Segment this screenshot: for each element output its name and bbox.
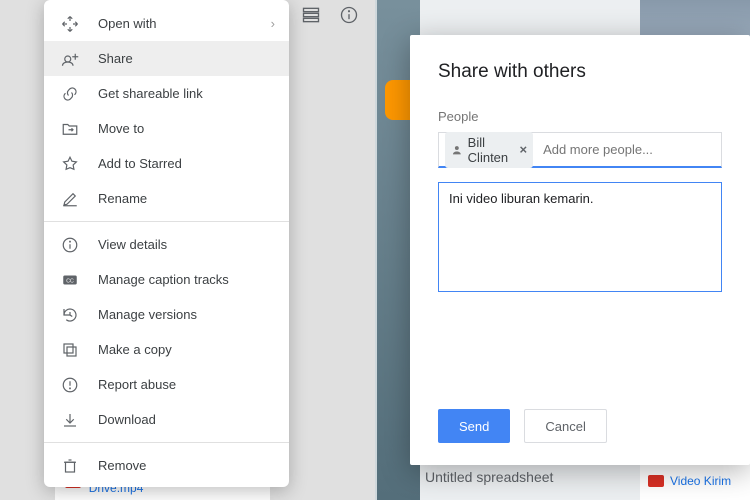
menu-open-with[interactable]: Open with › [44,6,289,41]
chip-name: Bill Clinten [468,135,513,165]
menu-label: View details [98,237,167,252]
cc-icon: CC [60,270,80,290]
menu-rename[interactable]: Rename [44,181,289,216]
menu-label: Add to Starred [98,156,182,171]
menu-label: Make a copy [98,342,172,357]
open-with-icon [60,14,80,34]
person-icon [451,142,463,158]
menu-label: Download [98,412,156,427]
link-icon [60,84,80,104]
menu-make-copy[interactable]: Make a copy [44,332,289,367]
menu-label: Get shareable link [98,86,203,101]
history-icon [60,305,80,325]
cancel-button[interactable]: Cancel [524,409,606,443]
send-button[interactable]: Send [438,409,510,443]
menu-label: Report abuse [98,377,176,392]
menu-separator [44,442,289,443]
chip-remove-icon[interactable]: × [519,142,527,157]
video-file-icon [648,475,664,487]
chevron-right-icon: › [271,16,275,31]
svg-text:CC: CC [66,278,74,284]
list-layout-icon[interactable] [300,4,322,26]
header-toolbar [300,4,360,26]
menu-label: Open with [98,16,157,31]
share-icon [60,49,80,69]
menu-caption-tracks[interactable]: CC Manage caption tracks [44,262,289,297]
person-chip[interactable]: Bill Clinten × [445,132,533,168]
menu-separator [44,221,289,222]
spreadsheet-label: Untitled spreadsheet [425,469,553,485]
menu-add-starred[interactable]: Add to Starred [44,146,289,181]
pencil-icon [60,189,80,209]
menu-label: Manage versions [98,307,197,322]
menu-share[interactable]: Share [44,41,289,76]
vertical-divider [375,0,377,500]
download-icon [60,410,80,430]
menu-get-link[interactable]: Get shareable link [44,76,289,111]
star-icon [60,154,80,174]
menu-view-details[interactable]: View details [44,227,289,262]
menu-report-abuse[interactable]: Report abuse [44,367,289,402]
people-label: People [438,109,722,124]
menu-label: Rename [98,191,147,206]
menu-download[interactable]: Download [44,402,289,437]
file-chip-small[interactable]: Video Kirim [640,462,750,500]
message-textarea[interactable] [438,182,722,292]
folder-move-icon [60,119,80,139]
menu-label: Remove [98,458,146,473]
menu-label: Manage caption tracks [98,272,229,287]
info-icon [60,235,80,255]
menu-move-to[interactable]: Move to [44,111,289,146]
copy-icon [60,340,80,360]
file-chip-small-label: Video Kirim [670,474,731,488]
context-menu: Open with › Share Get shareable link Mov… [44,0,289,487]
trash-icon [60,456,80,476]
people-input-row[interactable]: Bill Clinten × [438,132,722,168]
dialog-buttons: Send Cancel [438,409,607,443]
alert-icon [60,375,80,395]
menu-remove[interactable]: Remove [44,448,289,483]
add-people-input[interactable] [543,142,719,157]
menu-label: Share [98,51,133,66]
info-icon[interactable] [338,4,360,26]
dialog-title: Share with others [438,61,722,83]
share-dialog: Share with others People Bill Clinten × … [410,35,750,465]
menu-label: Move to [98,121,144,136]
menu-manage-versions[interactable]: Manage versions [44,297,289,332]
